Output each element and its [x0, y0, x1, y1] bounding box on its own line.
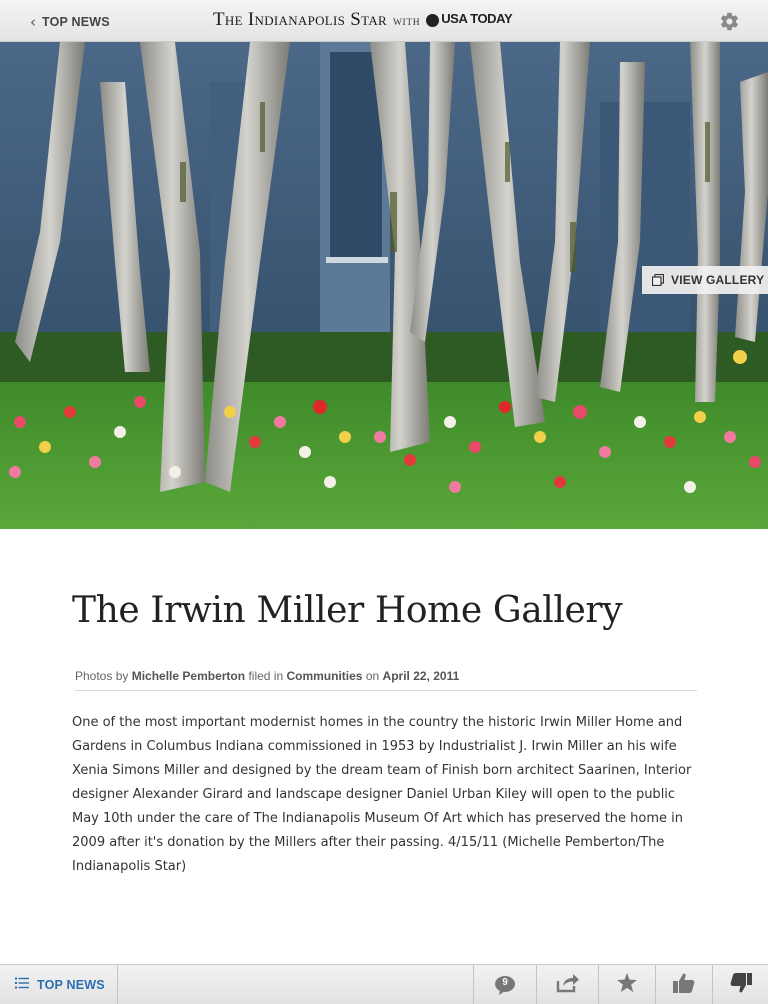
- thumbs-down-icon: [730, 972, 752, 998]
- article-title: The Irwin Miller Home Gallery: [72, 590, 623, 631]
- masthead-title: The Indianapolis Star: [213, 9, 387, 30]
- byline-prefix: Photos by: [75, 669, 129, 683]
- top-bar: ‹ TOP NEWS The Indianapolis Star WITH US…: [0, 0, 768, 42]
- comments-button[interactable]: 9: [473, 965, 536, 1004]
- view-gallery-label: VIEW GALLERY: [671, 273, 765, 287]
- usa-today-label: USA TODAY: [441, 11, 513, 26]
- masthead: The Indianapolis Star WITH USA TODAY: [213, 9, 513, 33]
- byline-date: April 22, 2011: [382, 669, 460, 683]
- gallery-icon: [652, 274, 664, 286]
- comment-count: 9: [502, 977, 508, 988]
- thumbs-up-button[interactable]: [655, 965, 712, 1004]
- masthead-with: WITH: [392, 18, 421, 28]
- chevron-left-icon: ‹: [30, 12, 36, 31]
- hero-photo[interactable]: VIEW GALLERY: [0, 42, 768, 529]
- usa-today-logo: USA TODAY: [426, 11, 513, 27]
- view-gallery-button[interactable]: VIEW GALLERY: [642, 266, 768, 294]
- byline-section[interactable]: Communities: [286, 669, 362, 683]
- share-button[interactable]: [536, 965, 598, 1004]
- top-news-label: TOP NEWS: [37, 978, 105, 992]
- article-body: One of the most important modernist home…: [72, 715, 692, 874]
- top-news-button[interactable]: TOP NEWS: [0, 965, 118, 1004]
- back-top-news-button[interactable]: ‹ TOP NEWS: [30, 13, 110, 31]
- thumbs-up-icon: [673, 973, 695, 998]
- comments-icon: 9: [494, 975, 516, 995]
- thumbs-down-button[interactable]: [712, 965, 768, 1004]
- byline-author[interactable]: Michelle Pemberton: [132, 669, 245, 683]
- star-icon: [617, 973, 637, 997]
- back-button-label: TOP NEWS: [42, 15, 110, 29]
- gear-icon[interactable]: [719, 11, 740, 32]
- byline-filed-in: filed in: [248, 669, 284, 683]
- byline-on: on: [365, 669, 380, 683]
- favorite-button[interactable]: [598, 965, 655, 1004]
- bottom-toolbar: TOP NEWS 9: [0, 964, 768, 1004]
- share-icon: [556, 973, 580, 998]
- usa-today-dot-icon: [426, 14, 440, 27]
- byline: Photos by Michelle Pemberton filed in Co…: [75, 669, 697, 691]
- list-icon: [15, 976, 29, 994]
